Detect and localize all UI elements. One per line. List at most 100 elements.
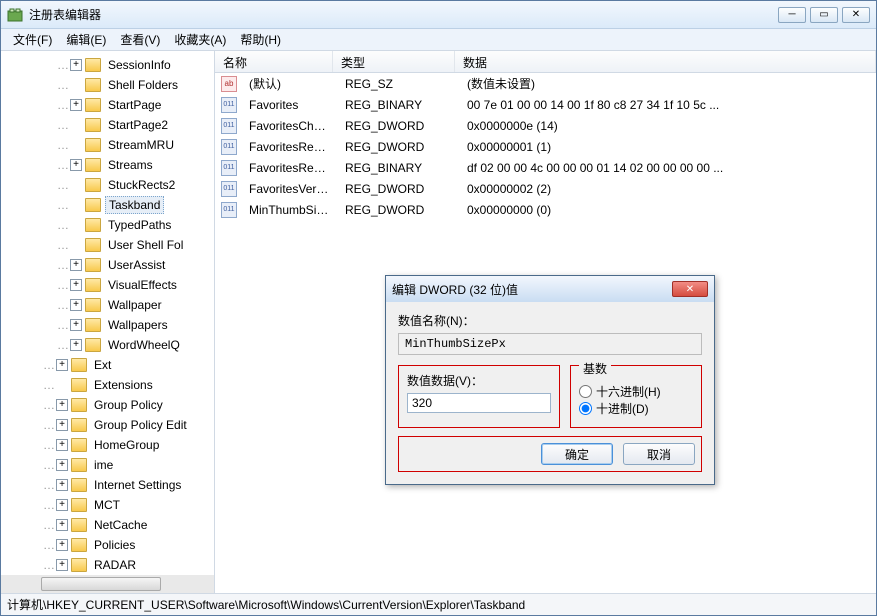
tree-pane[interactable]: …+SessionInfo…+Shell Folders…+StartPage……	[1, 51, 215, 593]
value-row[interactable]: 011FavoritesREG_BINARY00 7e 01 00 00 14 …	[215, 94, 876, 115]
tree-node[interactable]: …+Group Policy	[1, 395, 214, 415]
value-row[interactable]: ab(默认)REG_SZ(数值未设置)	[215, 73, 876, 94]
tree-node[interactable]: …+StartPage2	[1, 115, 214, 135]
tree-node[interactable]: …+VisualEffects	[1, 275, 214, 295]
dialog-close-button[interactable]: ✕	[672, 281, 708, 297]
expand-icon[interactable]: +	[70, 59, 82, 71]
radio-dec-row[interactable]: 十进制(D)	[579, 400, 693, 417]
folder-icon	[71, 418, 87, 432]
tree-node[interactable]: …+RADAR	[1, 555, 214, 575]
tree-node[interactable]: …+TypedPaths	[1, 215, 214, 235]
tree-node[interactable]: …+UserAssist	[1, 255, 214, 275]
expand-icon[interactable]: +	[56, 459, 68, 471]
col-type[interactable]: 类型	[333, 51, 455, 72]
tree-node[interactable]: …+Shell Folders	[1, 75, 214, 95]
dialog-buttons: 确定 取消	[398, 436, 702, 472]
radio-hex[interactable]	[579, 385, 592, 398]
expand-icon[interactable]: +	[56, 479, 68, 491]
list-header[interactable]: 名称 类型 数据	[215, 51, 876, 73]
folder-icon	[85, 58, 101, 72]
tree-node[interactable]: …+SessionInfo	[1, 55, 214, 75]
cell-data: 0x00000000 (0)	[459, 201, 876, 219]
tree-node[interactable]: …+Group Policy Edit	[1, 415, 214, 435]
menubar: 文件(F) 编辑(E) 查看(V) 收藏夹(A) 帮助(H)	[1, 29, 876, 51]
folder-icon	[71, 558, 87, 572]
folder-icon	[71, 498, 87, 512]
tree-guide: …	[43, 458, 54, 472]
tree-node[interactable]: …+Taskband	[1, 195, 214, 215]
expand-icon[interactable]: +	[70, 339, 82, 351]
value-row[interactable]: 011FavoritesRemo...REG_DWORD0x00000001 (…	[215, 136, 876, 157]
col-name[interactable]: 名称	[215, 51, 333, 72]
tree-node[interactable]: …+Streams	[1, 155, 214, 175]
tree-node-label: Group Policy	[91, 397, 166, 413]
tree-node[interactable]: …+Wallpapers	[1, 315, 214, 335]
tree-guide: …	[43, 538, 54, 552]
expand-icon[interactable]: +	[56, 539, 68, 551]
ok-button[interactable]: 确定	[541, 443, 613, 465]
menu-edit[interactable]: 编辑(E)	[60, 29, 112, 50]
expand-icon[interactable]: +	[56, 499, 68, 511]
expand-icon[interactable]: +	[56, 419, 68, 431]
tree-guide: …	[57, 278, 68, 292]
expand-icon[interactable]: +	[70, 99, 82, 111]
expand-icon[interactable]: +	[70, 279, 82, 291]
tree-guide: …	[57, 258, 68, 272]
tree-node[interactable]: …+User Shell Fol	[1, 235, 214, 255]
tree-node[interactable]: …+Wallpaper	[1, 295, 214, 315]
tree-guide: …	[57, 198, 68, 212]
expand-icon[interactable]: +	[56, 359, 68, 371]
tree-h-scrollbar[interactable]	[1, 575, 214, 593]
tree-node[interactable]: …+HomeGroup	[1, 435, 214, 455]
expand-icon[interactable]: +	[70, 299, 82, 311]
tree-node-label: SessionInfo	[105, 57, 174, 73]
tree-guide: …	[57, 338, 68, 352]
tree-node-label: ime	[91, 457, 116, 473]
tree-node-label: StartPage	[105, 97, 164, 113]
titlebar[interactable]: 注册表编辑器 ─ ▭ ✕	[1, 1, 876, 29]
tree-node[interactable]: …+Extensions	[1, 375, 214, 395]
folder-icon	[85, 218, 101, 232]
folder-icon	[71, 538, 87, 552]
value-row[interactable]: 011FavoritesVersionREG_DWORD0x00000002 (…	[215, 178, 876, 199]
menu-help[interactable]: 帮助(H)	[234, 29, 287, 50]
tree-node[interactable]: …+Ext	[1, 355, 214, 375]
expand-icon[interactable]: +	[70, 259, 82, 271]
close-button[interactable]: ✕	[842, 7, 870, 23]
expand-icon[interactable]: +	[56, 439, 68, 451]
menu-favorites[interactable]: 收藏夹(A)	[168, 29, 232, 50]
value-name-label: 数值名称(N)：	[398, 312, 702, 329]
tree-node[interactable]: …+WordWheelQ	[1, 335, 214, 355]
maximize-button[interactable]: ▭	[810, 7, 838, 23]
expand-icon[interactable]: +	[56, 519, 68, 531]
tree-guide: …	[43, 378, 54, 392]
tree-guide: …	[57, 298, 68, 312]
tree-node[interactable]: …+StartPage	[1, 95, 214, 115]
expand-icon[interactable]: +	[70, 319, 82, 331]
tree-node-label: HomeGroup	[91, 437, 162, 453]
tree-node[interactable]: …+ ime	[1, 455, 214, 475]
col-data[interactable]: 数据	[455, 51, 876, 72]
value-row[interactable]: 011FavoritesChan...REG_DWORD0x0000000e (…	[215, 115, 876, 136]
expand-icon[interactable]: +	[70, 159, 82, 171]
tree-node[interactable]: …+NetCache	[1, 515, 214, 535]
tree-node[interactable]: …+Internet Settings	[1, 475, 214, 495]
expand-icon[interactable]: +	[56, 559, 68, 571]
expand-icon[interactable]: +	[56, 399, 68, 411]
menu-file[interactable]: 文件(F)	[7, 29, 58, 50]
cell-name: MinThumbSize...	[241, 201, 337, 219]
value-row[interactable]: 011FavoritesResol...REG_BINARYdf 02 00 0…	[215, 157, 876, 178]
cell-name: FavoritesRemo...	[241, 138, 337, 156]
tree-node[interactable]: …+Policies	[1, 535, 214, 555]
dialog-titlebar[interactable]: 编辑 DWORD (32 位)值 ✕	[386, 276, 714, 302]
radio-dec[interactable]	[579, 402, 592, 415]
tree-node[interactable]: …+StreamMRU	[1, 135, 214, 155]
value-row[interactable]: 011MinThumbSize...REG_DWORD0x00000000 (0…	[215, 199, 876, 220]
menu-view[interactable]: 查看(V)	[114, 29, 166, 50]
value-data-input[interactable]	[407, 393, 551, 413]
radio-hex-row[interactable]: 十六进制(H)	[579, 383, 693, 400]
tree-node[interactable]: …+MCT	[1, 495, 214, 515]
tree-node[interactable]: …+StuckRects2	[1, 175, 214, 195]
minimize-button[interactable]: ─	[778, 7, 806, 23]
cancel-button[interactable]: 取消	[623, 443, 695, 465]
